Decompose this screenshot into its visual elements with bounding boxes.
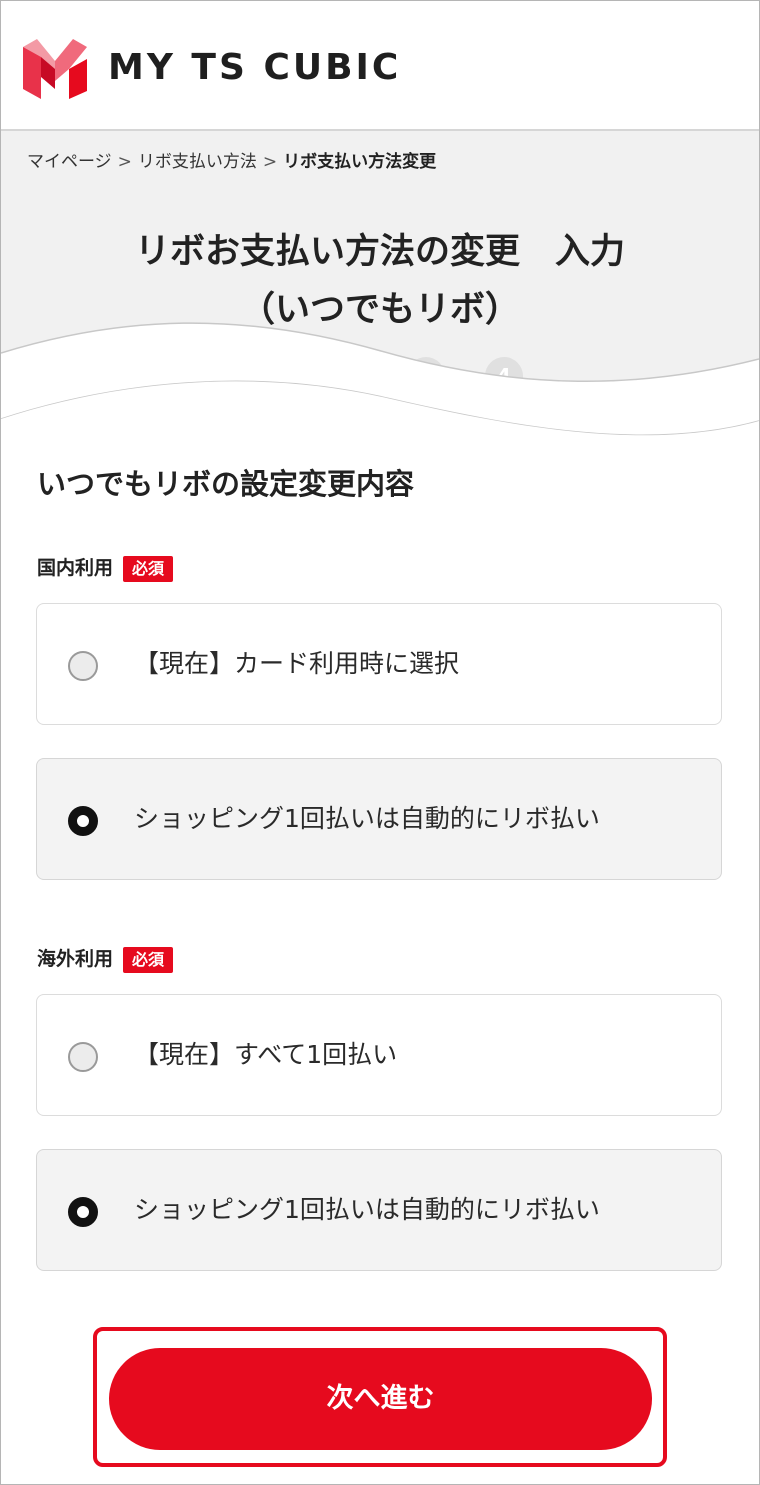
- breadcrumb-separator: >: [117, 152, 132, 172]
- radio-unchecked-icon[interactable]: [68, 1042, 98, 1072]
- page-title-line1: リボお支払い方法の変更 入力: [134, 232, 625, 272]
- option-label: ショッピング1回払いは自動的にリボ払い: [134, 804, 600, 833]
- radio-unchecked-icon[interactable]: [68, 651, 98, 681]
- site-header: MY TS CUBIC: [1, 1, 759, 131]
- field-label-domestic: 国内利用 必須: [37, 553, 174, 582]
- breadcrumb-separator: >: [262, 152, 278, 172]
- m-logo-icon[interactable]: [23, 39, 87, 99]
- brand-name: MY TS CUBIC: [108, 47, 402, 88]
- breadcrumb: マイページ > リボ支払い方法 > リボ支払い方法変更: [27, 147, 436, 172]
- breadcrumb-current: リボ支払い方法変更: [283, 152, 437, 172]
- option-label: ショッピング1回払いは自動的にリボ払い: [134, 1195, 600, 1224]
- torn-edge-divider: [1, 322, 759, 451]
- option-label: 【現在】すべて1回払い: [134, 1040, 398, 1069]
- page-frame: MY TS CUBIC マイページ > リボ支払い方法 > リボ支払い方法変更 リボお支…: [0, 0, 760, 1485]
- field-label-text: 海外利用: [37, 948, 114, 970]
- option-label: 【現在】カード利用時に選択: [134, 649, 460, 678]
- breadcrumb-item-revo-method[interactable]: リボ支払い方法: [138, 152, 257, 172]
- radio-option-overseas-auto-revo[interactable]: ショッピング1回払いは自動的にリボ払い: [36, 1149, 722, 1271]
- radio-option-domestic-auto-revo[interactable]: ショッピング1回払いは自動的にリボ払い: [36, 758, 722, 880]
- required-badge: 必須: [123, 555, 174, 582]
- field-label-overseas: 海外利用 必須: [37, 944, 174, 973]
- section-title: いつでもリボの設定変更内容: [37, 467, 415, 501]
- next-button[interactable]: 次へ進む: [109, 1348, 652, 1450]
- radio-option-domestic-current[interactable]: 【現在】カード利用時に選択: [36, 603, 722, 725]
- radio-checked-icon[interactable]: [68, 1197, 98, 1227]
- radio-option-overseas-current[interactable]: 【現在】すべて1回払い: [36, 994, 722, 1116]
- breadcrumb-item-mypage[interactable]: マイページ: [27, 152, 112, 172]
- required-badge: 必須: [123, 946, 174, 973]
- radio-checked-icon[interactable]: [68, 806, 98, 836]
- field-label-text: 国内利用: [37, 557, 114, 579]
